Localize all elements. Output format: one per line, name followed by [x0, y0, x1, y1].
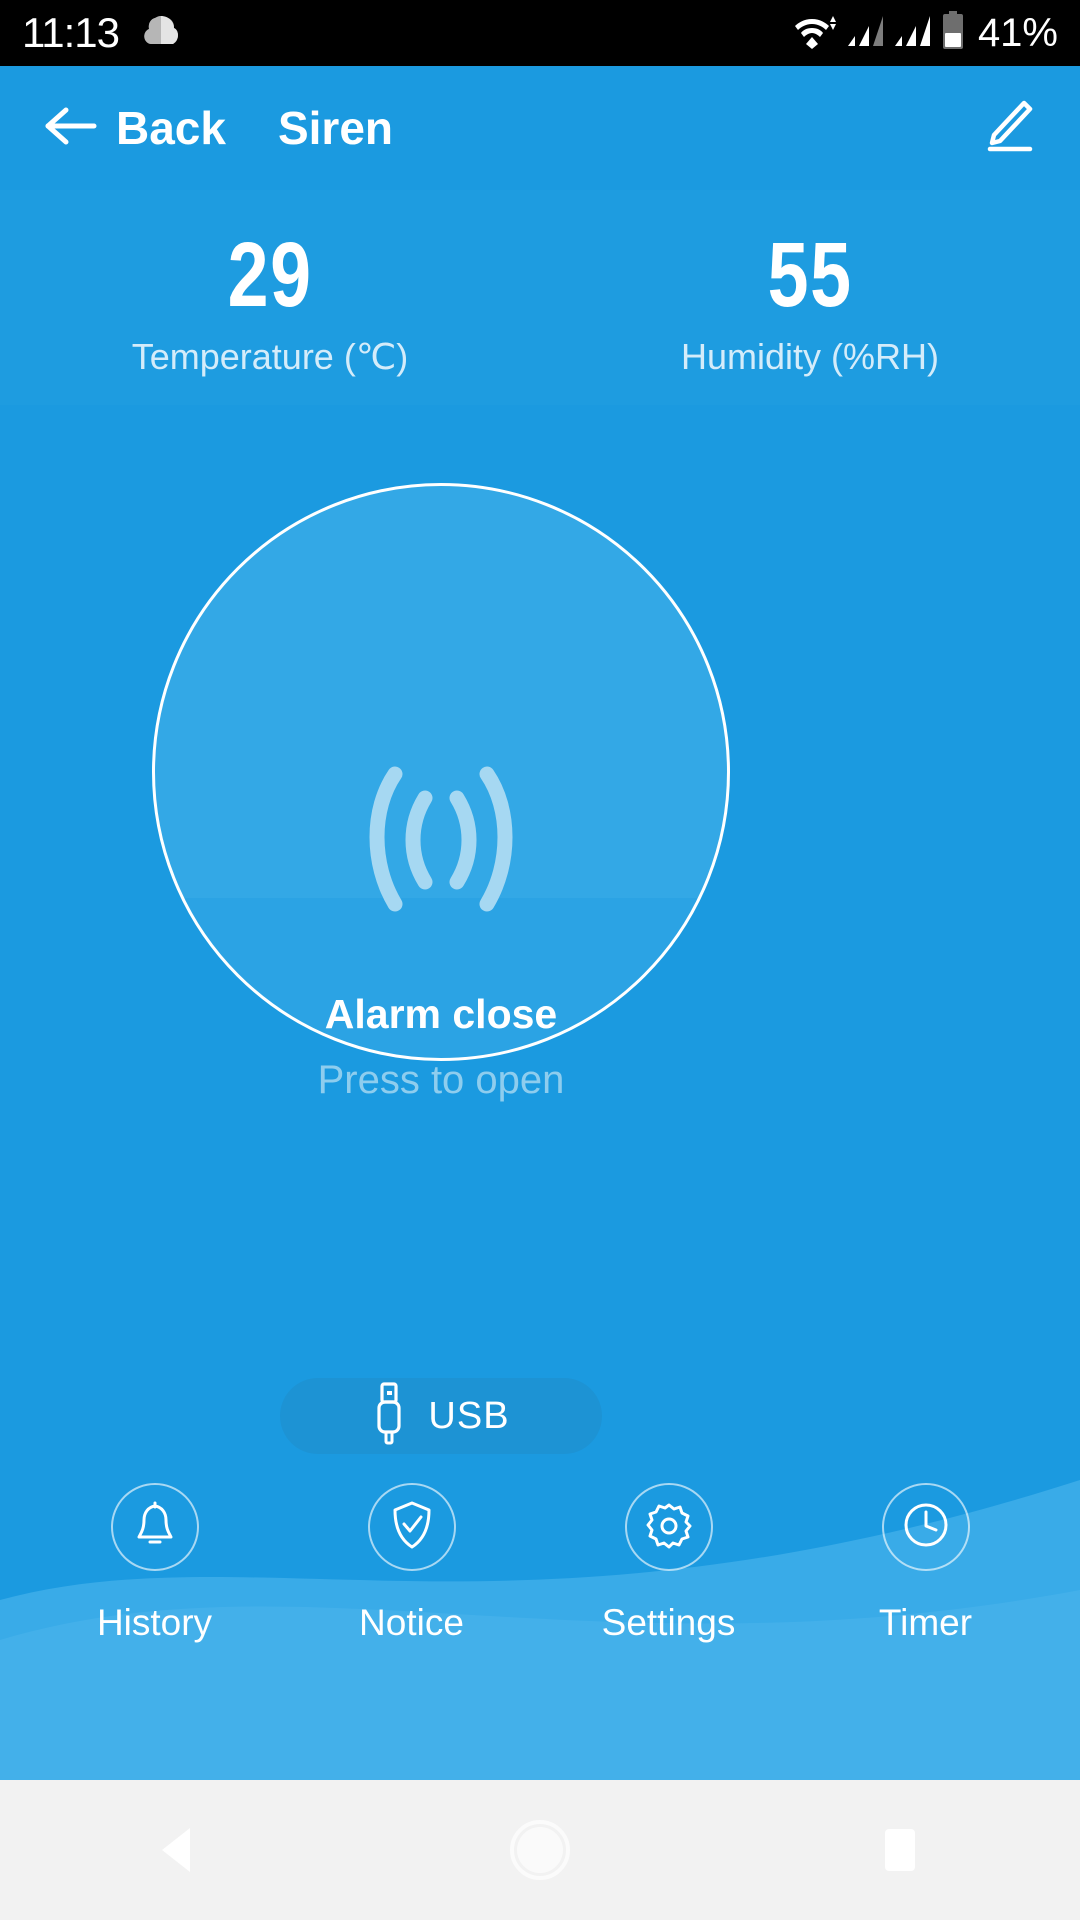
alarm-toggle-button[interactable]: Alarm close Press to open	[152, 483, 730, 1102]
nav-label-notice: Notice	[359, 1602, 464, 1643]
usb-button[interactable]: USB	[280, 1378, 602, 1454]
temperature-label: Temperature (℃)	[131, 335, 409, 377]
nav-item-timer[interactable]: Timer	[826, 1483, 1026, 1644]
shield-check-icon	[390, 1500, 434, 1555]
app-header: Back Siren	[0, 66, 1080, 190]
clock-icon	[902, 1501, 950, 1554]
main-content: Alarm close Press to open USB History No…	[0, 405, 1080, 1780]
nav-circle-notice	[367, 1483, 456, 1571]
temperature-value: 29	[227, 224, 313, 327]
nav-circle-settings	[624, 1483, 713, 1571]
nav-label-timer: Timer	[878, 1602, 973, 1643]
arrow-left-icon	[44, 104, 100, 153]
cloud-icon	[141, 14, 181, 53]
sensor-temperature: 29 Temperature (℃)	[0, 190, 540, 405]
gear-icon	[645, 1501, 693, 1554]
siren-waves-icon	[349, 764, 533, 919]
humidity-label: Humidity (%RH)	[680, 335, 939, 377]
nav-circle-timer	[881, 1483, 970, 1571]
nav-item-settings[interactable]: Settings	[569, 1483, 769, 1644]
status-bar-left: 11:13	[22, 9, 181, 57]
page-title: Siren	[277, 102, 394, 154]
back-button[interactable]: Back	[44, 101, 226, 155]
signal-icon-2	[894, 14, 932, 53]
alarm-hint-label: Press to open	[317, 1058, 565, 1102]
usb-plug-icon	[372, 1381, 406, 1451]
square-recents-icon[interactable]	[810, 1780, 990, 1920]
triangle-back-icon[interactable]	[90, 1780, 270, 1920]
feature-nav: History Notice Settings Timer	[0, 1483, 1080, 1713]
sensor-readouts: 29 Temperature (℃) 55 Humidity (%RH)	[0, 190, 1080, 405]
signal-icon-1	[847, 14, 885, 53]
wifi-icon	[794, 13, 838, 54]
status-clock: 11:13	[22, 9, 120, 56]
back-label: Back	[116, 102, 226, 154]
circle-home-icon[interactable]	[450, 1780, 630, 1920]
bell-icon	[133, 1501, 177, 1554]
sensor-humidity: 55 Humidity (%RH)	[540, 190, 1080, 405]
alarm-state-label: Alarm close	[324, 991, 558, 1037]
pencil-icon[interactable]	[980, 97, 1036, 160]
humidity-value: 55	[767, 224, 853, 327]
nav-item-notice[interactable]: Notice	[312, 1483, 512, 1644]
android-navigation-bar	[0, 1780, 1080, 1920]
battery-icon	[941, 10, 965, 56]
alarm-toggle-area: Alarm close Press to open	[0, 405, 1080, 1165]
nav-item-history[interactable]: History	[55, 1483, 255, 1644]
status-bar-right: 41%	[794, 10, 1058, 56]
nav-label-history: History	[96, 1602, 213, 1643]
battery-percent: 41%	[977, 10, 1058, 55]
usb-label: USB	[428, 1394, 510, 1437]
status-bar: 11:13 41%	[0, 0, 1080, 66]
nav-label-settings: Settings	[601, 1602, 736, 1643]
nav-circle-history	[110, 1483, 199, 1571]
